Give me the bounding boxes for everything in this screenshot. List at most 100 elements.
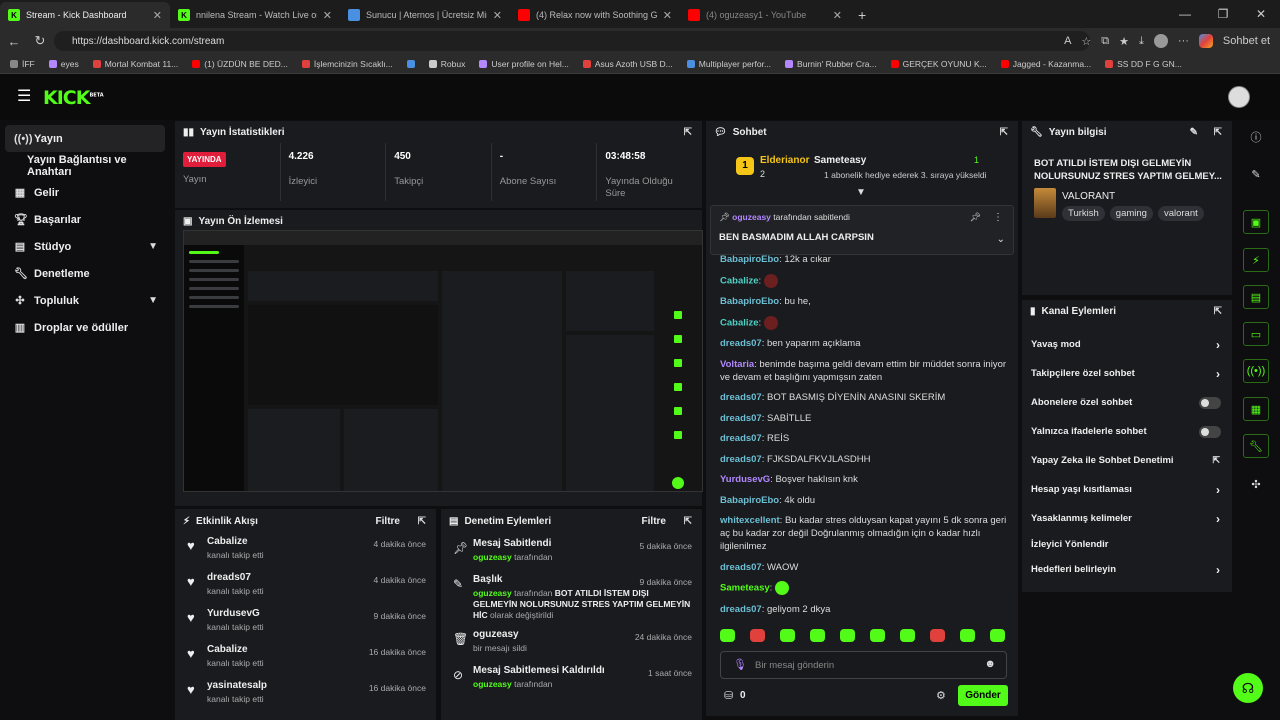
sidebar-item-drops[interactable]: ▥ Droplar ve ödüller (0, 314, 172, 341)
popout-icon[interactable]: ⇱ (684, 127, 692, 138)
emotes-only-toggle[interactable] (1199, 425, 1221, 438)
chat-username[interactable]: BabapiroEbo (720, 495, 779, 506)
action-subscribers-only[interactable]: Abonelere özel sohbet (1022, 388, 1232, 417)
bookmark-item[interactable]: User profile on Hel... (479, 59, 569, 69)
popout-icon[interactable]: ⇱ (418, 516, 426, 527)
extensions-icon[interactable]: ⧉ (1101, 35, 1109, 48)
expand-chevron-icon[interactable]: ▼ (856, 187, 866, 198)
more-options-icon[interactable]: ⋮ (993, 212, 1003, 223)
lightning-icon[interactable]: ⚡︎ (1243, 248, 1269, 272)
emote-button[interactable] (750, 629, 765, 642)
chat-username[interactable]: dreads07 (720, 392, 762, 403)
copilot-icon[interactable] (1198, 34, 1213, 48)
tag[interactable]: valorant (1157, 206, 1204, 221)
bookmark-item[interactable]: Robux (428, 59, 465, 69)
bookmark-item[interactable]: İşlemcinizin Sıcaklı... (301, 59, 393, 69)
chevron-down-icon[interactable]: ⌄ (997, 234, 1005, 245)
reload-icon[interactable]: ↻ (27, 33, 53, 49)
action-slow-mode[interactable]: Yavaş mod › (1022, 330, 1232, 359)
filter-button[interactable]: Filtre (642, 516, 666, 527)
sidebar-item-moderation[interactable]: 🔧︎ Denetleme (0, 260, 172, 287)
chat-username[interactable]: Cabalize (720, 275, 759, 286)
popout-icon[interactable]: ⇱ (1214, 306, 1222, 317)
user-avatar[interactable] (1228, 86, 1250, 108)
chat-username[interactable]: BabapiroEbo (720, 254, 779, 265)
bookmark-item[interactable]: Multiplayer perfor... (686, 59, 771, 69)
sidebar-item-stream[interactable]: ((•)) Yayın (5, 125, 165, 152)
chat-username[interactable]: dreads07 (720, 454, 762, 465)
chat-with-label[interactable]: Sohbet et (1223, 35, 1270, 47)
close-tab-icon[interactable]: ✕ (663, 9, 672, 22)
sidebar-item-studio[interactable]: ▤ Stüdyo ▼ (0, 233, 172, 260)
chat-username[interactable]: Voltaria (720, 359, 754, 370)
chat-username[interactable]: whitexcellent (720, 515, 780, 526)
browser-tab[interactable]: (4) Relax now with Soothing Gr ✕ (510, 2, 680, 28)
browser-tab[interactable]: K Stream - Kick Dashboard ✕ (0, 2, 170, 28)
close-tab-icon[interactable]: ✕ (323, 9, 332, 22)
emoji-icon[interactable]: ☻ (984, 658, 996, 670)
emote-button[interactable] (780, 629, 795, 642)
action-set-goals[interactable]: Hedefleri belirleyin › (1022, 555, 1232, 584)
chat-username[interactable]: Sameteasy (720, 583, 770, 594)
collections-icon[interactable]: ★ (1119, 35, 1129, 48)
info-icon[interactable]: ⓘ (1243, 125, 1269, 149)
more-icon[interactable]: ··· (1178, 35, 1189, 47)
notes-icon[interactable]: ▤ (1243, 285, 1269, 309)
category-thumbnail[interactable] (1034, 188, 1056, 218)
preview-icon[interactable]: ▦ (1243, 397, 1269, 421)
popout-icon[interactable]: ⇱ (684, 516, 692, 527)
edit-pencil-icon[interactable]: ✎ (1243, 162, 1269, 186)
close-window-icon[interactable]: ✕ (1242, 0, 1280, 28)
downloads-icon[interactable]: ⤓ (1139, 35, 1144, 48)
broadcast-icon[interactable]: ((•)) (1243, 359, 1269, 383)
favorite-star-icon[interactable]: ☆ (1081, 35, 1091, 48)
support-chat-button[interactable]: ☊ (1233, 673, 1263, 703)
bookmark-item[interactable]: eyes (48, 59, 79, 69)
chat-username[interactable]: YurdusevG (720, 474, 770, 485)
back-icon[interactable]: ← (1, 34, 27, 49)
emote-button[interactable] (810, 629, 825, 642)
settings-gear-icon[interactable]: ⚙ (936, 689, 946, 702)
sidebar-item-achievements[interactable]: 🏆︎ Başarılar (0, 206, 172, 233)
browser-tab[interactable]: (4) oguzeasy1 - YouTube ✕ (680, 2, 850, 28)
close-tab-icon[interactable]: ✕ (153, 9, 162, 22)
url-field[interactable]: https://dashboard.kick.com/stream (54, 31, 1090, 51)
send-button[interactable]: Gönder (958, 685, 1008, 706)
tag[interactable]: gaming (1109, 206, 1153, 221)
minimize-icon[interactable]: — (1166, 0, 1204, 28)
bookmark-item[interactable]: Jagged - Kazanma... (1000, 59, 1091, 69)
bookmark-item[interactable]: Asus Azoth USB D... (582, 59, 673, 69)
chat-username[interactable]: dreads07 (720, 604, 762, 615)
pin-toggle-icon[interactable]: 📌︎ (970, 212, 981, 223)
bookmark-item[interactable]: (1) ÜZDÜN BE DED... (192, 59, 288, 69)
bookmark-item[interactable]: GERÇEK OYUNU K... (890, 59, 987, 69)
community-icon[interactable]: ✣ (1243, 472, 1269, 496)
chat-username[interactable]: dreads07 (720, 433, 762, 444)
category-name[interactable]: VALORANT (1062, 191, 1115, 202)
maximize-icon[interactable]: ❐ (1204, 0, 1242, 28)
chat-username[interactable]: dreads07 (720, 562, 762, 573)
gift-sender[interactable]: Sameteasy (814, 155, 866, 166)
new-tab-button[interactable]: + (850, 2, 880, 28)
emote-button[interactable] (720, 629, 735, 642)
emote-button[interactable] (900, 629, 915, 642)
close-tab-icon[interactable]: ✕ (493, 9, 502, 22)
emote-button[interactable] (870, 629, 885, 642)
action-account-age[interactable]: Hesap yaşı kısıtlaması › (1022, 475, 1232, 504)
subscribers-only-toggle[interactable] (1199, 396, 1221, 409)
action-followers-only[interactable]: Takipçilere özel sohbet › (1022, 359, 1232, 388)
popout-icon[interactable]: ⇱ (1214, 127, 1222, 138)
stream-preview-video[interactable] (183, 230, 703, 492)
emote-button[interactable] (960, 629, 975, 642)
bookmark-item[interactable] (406, 59, 415, 68)
clip-icon[interactable]: ▣ (1243, 210, 1269, 234)
edit-pencil-icon[interactable]: ✎ (1190, 127, 1198, 138)
browser-tab[interactable]: Sunucu | Aternos | Ücretsiz Minecraft ✕ (340, 2, 510, 28)
chat-username[interactable]: Cabalize (720, 317, 759, 328)
action-banned-words[interactable]: Yasaklanmış kelimeler › (1022, 504, 1232, 533)
emote-button[interactable] (990, 629, 1005, 642)
bookmark-item[interactable]: Mortal Kombat 11... (92, 59, 178, 69)
popout-icon[interactable]: ⇱ (1000, 127, 1008, 138)
browser-tab[interactable]: K nnilena Stream - Watch Live on Kick ✕ (170, 2, 340, 28)
tag[interactable]: Turkish (1062, 206, 1105, 221)
